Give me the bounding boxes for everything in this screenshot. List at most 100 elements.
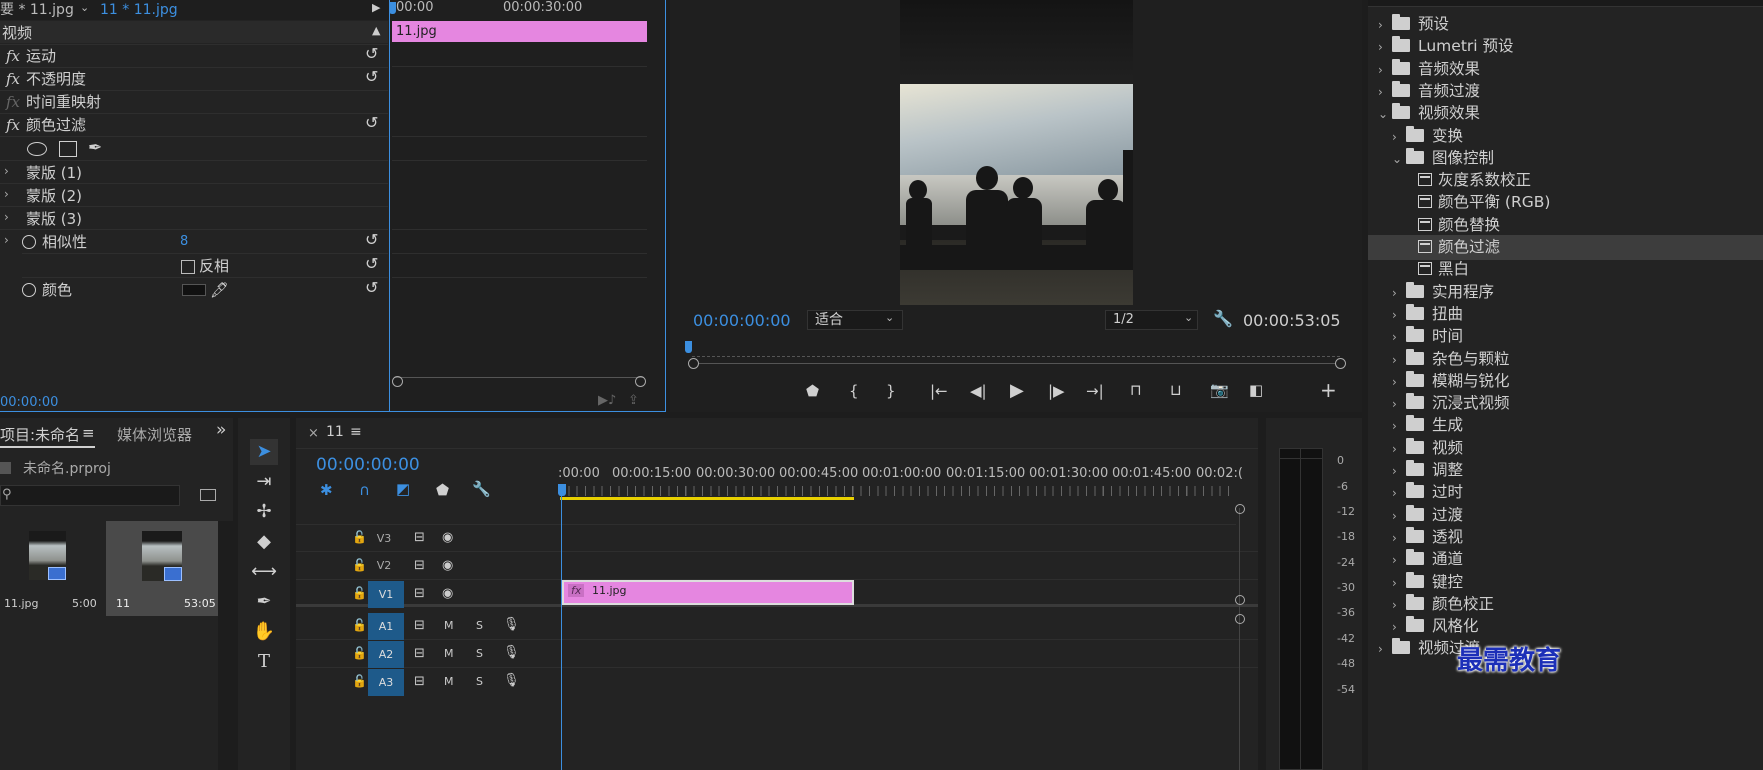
stopwatch-icon[interactable] (22, 235, 36, 249)
effects-item[interactable]: › 音频过渡 (1368, 79, 1763, 104)
effects-item[interactable]: › 实用程序 (1368, 280, 1763, 305)
track-label-v2[interactable]: V2 (366, 552, 402, 579)
solo-button[interactable]: S (476, 675, 483, 688)
program-zoom-left[interactable] (688, 358, 699, 369)
project-item-11-sequence[interactable]: 11 53:05 (106, 521, 218, 616)
effects-item[interactable]: › 音频效果 (1368, 57, 1763, 82)
timeline-clip-11jpg[interactable]: fx 11.jpg (562, 580, 854, 605)
hand-tool-icon[interactable]: ✋ (250, 619, 278, 645)
eye-icon[interactable]: ◉ (442, 586, 453, 601)
effects-item[interactable]: › 过时 (1368, 480, 1763, 505)
step-back-icon[interactable]: ◀| (970, 382, 987, 400)
sync-lock-icon[interactable]: ⊟ (414, 618, 425, 633)
project-tab-menu-icon[interactable]: ≡ (82, 424, 95, 442)
mark-in-icon[interactable]: { (849, 382, 859, 400)
effects-item[interactable]: › 生成 (1368, 413, 1763, 438)
effects-item[interactable]: › 视频 (1368, 436, 1763, 461)
media-browser-tab[interactable]: 媒体浏览器 (117, 424, 192, 445)
add-marker-icon[interactable]: ⬟ (806, 382, 819, 400)
go-to-in-icon[interactable]: |← (930, 382, 948, 400)
track-label-a3[interactable]: A3 (368, 669, 404, 696)
sync-lock-icon[interactable]: ⊟ (414, 558, 425, 573)
effects-item[interactable]: › Lumetri 预设 (1368, 34, 1763, 59)
timeline-timecode[interactable]: 00:00:00:00 (316, 455, 420, 475)
program-playhead-icon[interactable] (685, 341, 692, 353)
invert-checkbox[interactable] (181, 260, 195, 274)
project-search-input[interactable] (0, 485, 180, 506)
sync-lock-icon[interactable]: ⊟ (414, 646, 425, 661)
lift-icon[interactable]: ⊓ (1130, 381, 1142, 399)
effects-item[interactable]: ⌄ 图像控制 (1368, 146, 1763, 171)
eye-icon[interactable]: ◉ (442, 530, 453, 545)
reset-icon[interactable]: ↺ (365, 230, 378, 249)
nest-sequence-icon[interactable]: ✱ (320, 481, 333, 499)
ec-zoom-handle-left[interactable] (392, 376, 403, 387)
color-swatch[interactable] (182, 284, 206, 296)
effects-item[interactable]: › 颜色校正 (1368, 592, 1763, 617)
timeline-close-icon[interactable]: × (308, 426, 319, 441)
mic-icon[interactable]: 🎙 (503, 645, 520, 660)
lock-icon[interactable]: 🔓 (352, 530, 367, 544)
similarity-value[interactable]: 8 (180, 229, 188, 255)
effects-item[interactable]: 黑白 (1368, 257, 1763, 282)
eye-icon[interactable]: ◉ (442, 558, 453, 573)
effects-item[interactable]: › 风格化 (1368, 614, 1763, 639)
linked-selection-icon[interactable]: ◩ (396, 480, 410, 498)
add-marker-icon[interactable]: ⬟ (436, 481, 449, 499)
track-select-tool-icon[interactable]: ⇥ (250, 469, 278, 495)
program-timecode[interactable]: 00:00:00:00 (693, 311, 791, 330)
lock-icon[interactable]: 🔓 (352, 558, 367, 572)
lock-icon[interactable]: 🔓 (352, 674, 367, 688)
reset-icon[interactable]: ↺ (365, 278, 378, 297)
go-to-out-icon[interactable]: →| (1086, 382, 1104, 400)
effects-item[interactable]: › 沉浸式视频 (1368, 391, 1763, 416)
ec-zoom-scrollbar[interactable] (394, 377, 644, 386)
add-button-icon[interactable]: + (1320, 378, 1337, 402)
effects-item[interactable]: 颜色替换 (1368, 213, 1763, 238)
mute-button[interactable]: M (444, 619, 454, 632)
project-tab[interactable]: 项目:未命名 (0, 424, 80, 445)
effects-item[interactable]: › 变换 (1368, 124, 1763, 149)
fx-icon[interactable]: fx (6, 116, 20, 134)
tab-source-dropdown-icon[interactable]: ⌄ (80, 1, 89, 14)
effects-item[interactable]: › 扭曲 (1368, 302, 1763, 327)
ellipse-mask-icon[interactable] (27, 142, 47, 156)
eyedropper-icon[interactable]: 🖋 (210, 281, 229, 299)
reset-icon[interactable]: ↺ (365, 113, 378, 132)
settings-wrench-icon[interactable]: 🔧 (1213, 309, 1233, 328)
effects-search-bar[interactable] (1368, 0, 1763, 7)
chevron-right-icon[interactable]: › (1378, 637, 1392, 662)
effects-item[interactable]: › 键控 (1368, 570, 1763, 595)
mask-expand-icon[interactable]: › (4, 210, 9, 224)
ec-timecode[interactable]: 00:00:00 (0, 395, 58, 410)
slip-tool-icon[interactable]: ⟷ (250, 559, 278, 585)
ruler-ticks[interactable] (560, 486, 1234, 496)
snap-magnet-icon[interactable]: ∩ (359, 481, 370, 499)
timeline-playhead-icon[interactable] (558, 484, 566, 496)
effects-item[interactable]: ⌄ 视频效果 (1368, 101, 1763, 126)
mark-out-icon[interactable]: } (886, 382, 896, 400)
sync-lock-icon[interactable]: ⊟ (414, 586, 425, 601)
mask-expand-icon[interactable]: › (4, 187, 9, 201)
tab-sequence[interactable]: 11 * 11.jpg (100, 0, 178, 20)
collapse-icon[interactable]: ▲ (372, 24, 380, 37)
effects-item[interactable]: › 调整 (1368, 458, 1763, 483)
work-area-bar[interactable] (560, 497, 854, 500)
comparison-view-icon[interactable]: ◧ (1249, 381, 1263, 399)
pen-mask-icon[interactable]: ✒ (88, 138, 102, 158)
param-expand-icon[interactable]: › (4, 233, 9, 247)
razor-tool-icon[interactable]: ◆ (250, 529, 278, 555)
effects-item[interactable]: › 透视 (1368, 525, 1763, 550)
mask-expand-icon[interactable]: › (4, 164, 9, 178)
ec-export-icon[interactable]: ⇪ (628, 393, 639, 408)
fx-icon[interactable]: fx (6, 47, 20, 65)
solo-button[interactable]: S (476, 619, 483, 632)
track-label-v1[interactable]: V1 (368, 581, 404, 608)
solo-button[interactable]: S (476, 647, 483, 660)
project-item-11jpg[interactable]: 11.jpg 5:00 (0, 521, 105, 616)
track-label-a1[interactable]: A1 (368, 613, 404, 640)
play-only-icon[interactable]: ▶ (372, 1, 380, 14)
effects-item[interactable]: 颜色平衡 (RGB) (1368, 190, 1763, 215)
track-label-v3[interactable]: V3 (366, 525, 402, 552)
selection-tool-icon[interactable]: ➤ (250, 439, 278, 465)
